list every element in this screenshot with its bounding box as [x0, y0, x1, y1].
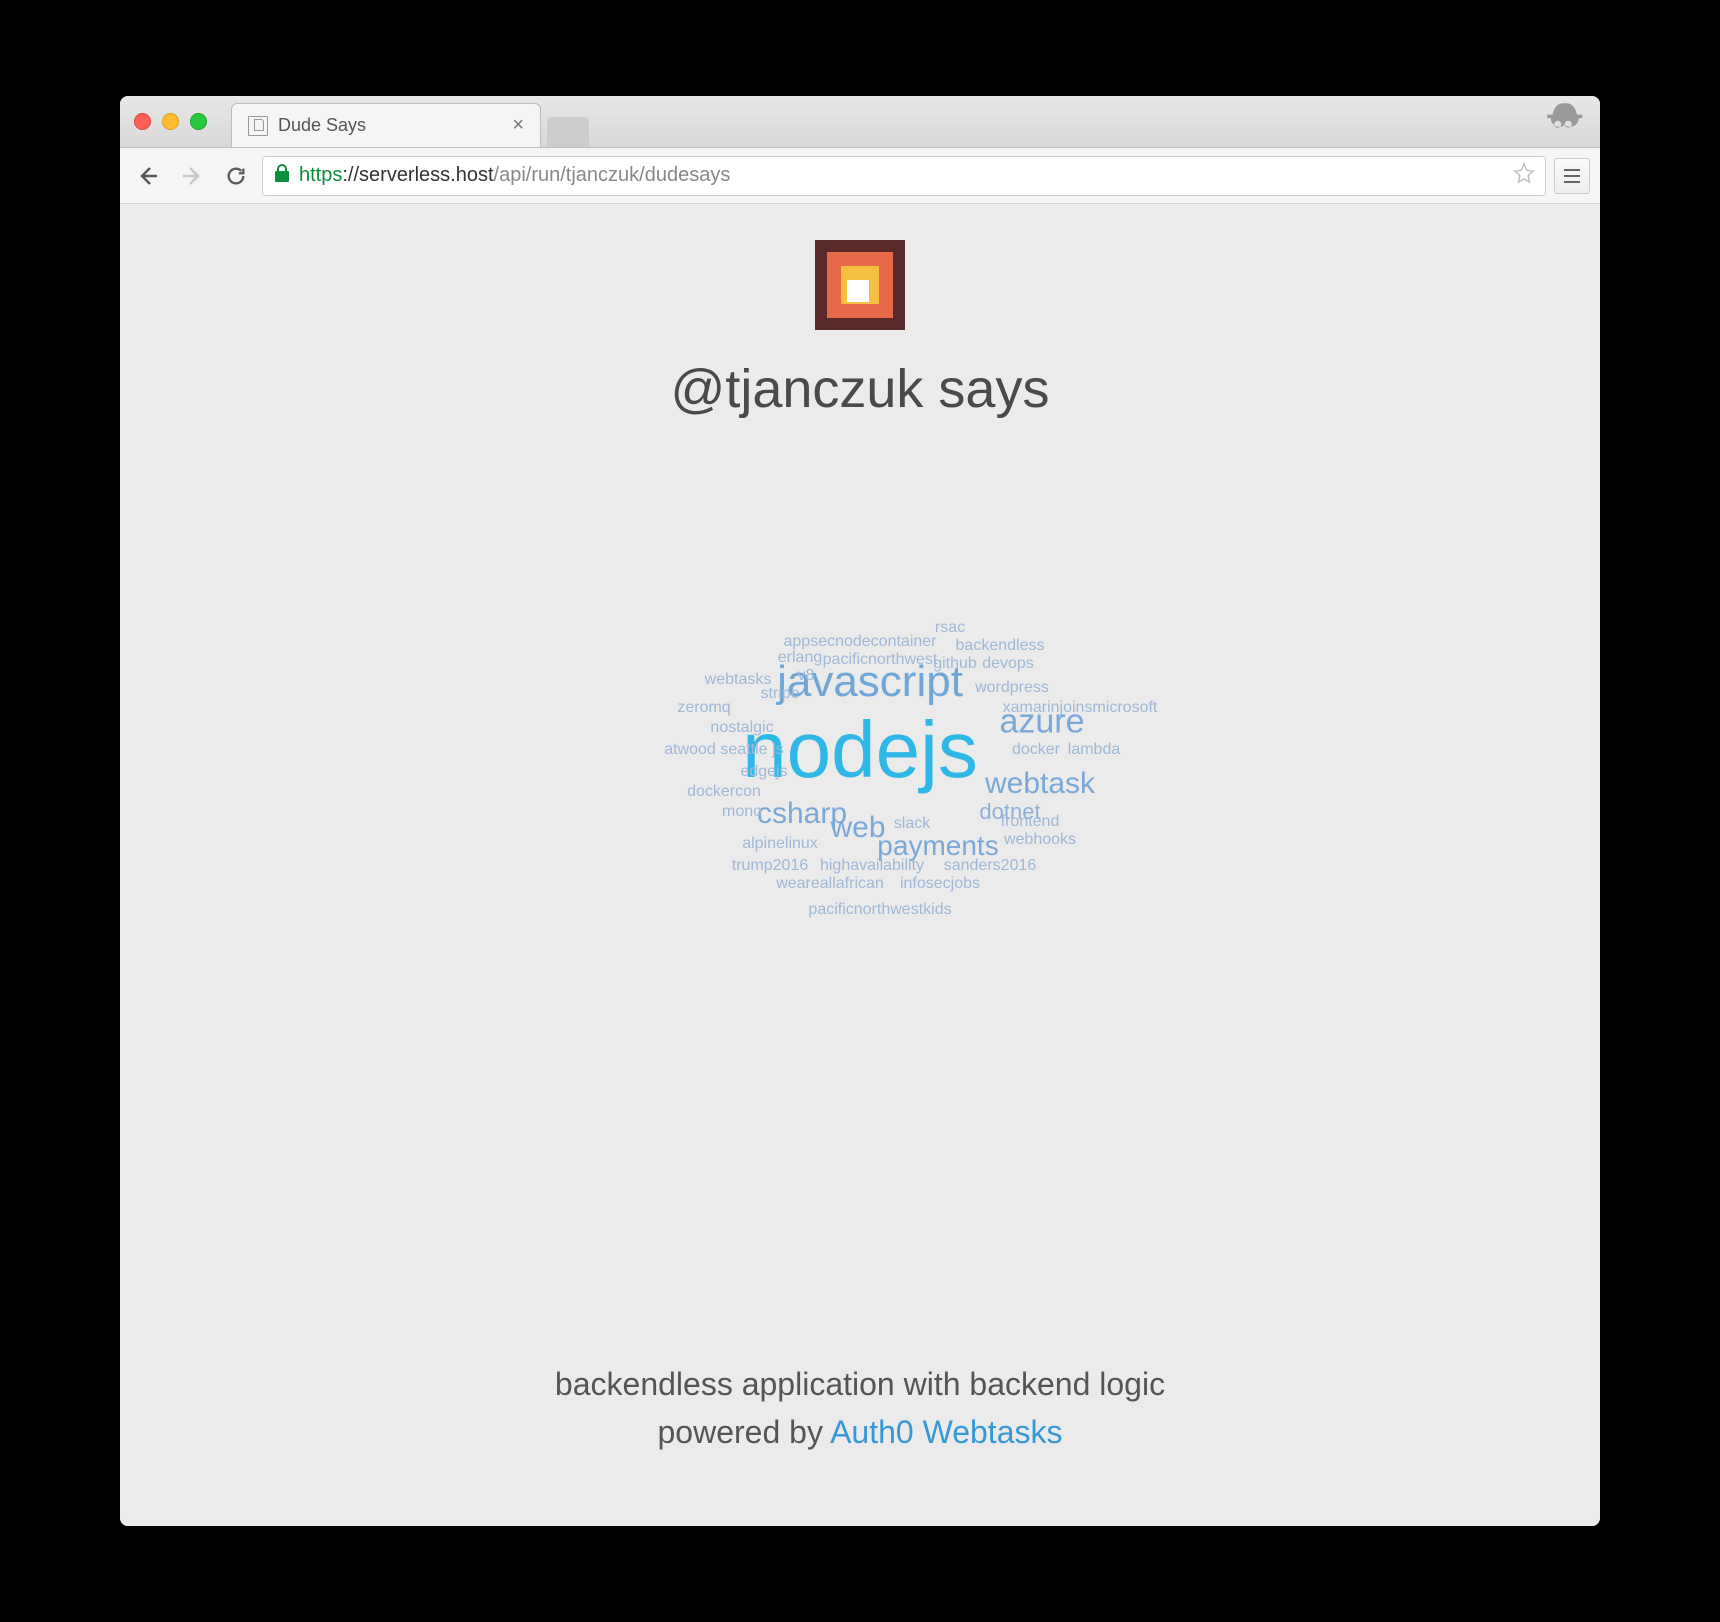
- url-host: ://serverless.host: [342, 164, 493, 187]
- word-frontend: frontend: [1001, 813, 1060, 831]
- app-logo: [815, 240, 905, 330]
- traffic-lights: [134, 113, 207, 130]
- word-docker: docker: [1012, 741, 1060, 759]
- maximize-button[interactable]: [190, 113, 207, 130]
- toolbar: https ://serverless.host /api/run/tjancz…: [120, 148, 1600, 204]
- word-nostalgic: nostalgic: [710, 719, 773, 737]
- back-button[interactable]: [130, 158, 166, 194]
- close-button[interactable]: [134, 113, 151, 130]
- file-icon: [248, 116, 268, 136]
- word-cloud: nodejsjavascriptazurewebtaskcsharpwebpay…: [480, 540, 1240, 1020]
- word-alpinelinux: alpinelinux: [742, 835, 818, 853]
- word-dockercon: dockercon: [687, 783, 761, 801]
- lock-icon: [273, 163, 291, 189]
- tab-title: Dude Says: [278, 115, 502, 136]
- menu-button[interactable]: [1554, 158, 1590, 194]
- word-xamarinjoinsmicrosoft: xamarinjoinsmicrosoft: [1003, 699, 1158, 717]
- word-pacificnorthwestkids: pacificnorthwestkids: [808, 901, 951, 919]
- word-backendless: backendless: [956, 637, 1045, 655]
- word-lambda: lambda: [1068, 741, 1120, 759]
- bookmark-star-icon[interactable]: [1513, 162, 1535, 190]
- browser-window: Dude Says × https ://serverless.host /ap…: [120, 96, 1600, 1526]
- titlebar: Dude Says ×: [120, 96, 1600, 148]
- url-text: https ://serverless.host /api/run/tjancz…: [299, 164, 1505, 187]
- word-zeromq: zeromq: [677, 699, 730, 717]
- word-slack: slack: [894, 815, 930, 833]
- incognito-icon: [1542, 98, 1584, 145]
- word-github: github: [933, 655, 977, 673]
- footer-line1: backendless application with backend log…: [555, 1360, 1165, 1408]
- powered-by-label: powered by: [658, 1414, 831, 1450]
- minimize-button[interactable]: [162, 113, 179, 130]
- word-wordpress: wordpress: [975, 679, 1049, 697]
- word-highavailability: highavailability: [820, 857, 924, 875]
- word-pacificnorthwest: pacificnorthwest: [823, 651, 938, 669]
- word-rsac: rsac: [935, 619, 965, 637]
- close-tab-icon[interactable]: ×: [512, 114, 524, 137]
- new-tab-button[interactable]: [547, 117, 589, 147]
- word-stripe: stripe: [760, 685, 799, 703]
- auth0-webtasks-link[interactable]: Auth0 Webtasks: [830, 1414, 1062, 1450]
- word-edgejs: edgejs: [740, 763, 787, 781]
- word-weareallafrican: weareallafrican: [776, 875, 884, 893]
- url-path: /api/run/tjanczuk/dudesays: [494, 164, 731, 187]
- page-title: @tjanczuk says: [671, 358, 1050, 420]
- word-webhooks: webhooks: [1004, 831, 1076, 849]
- footer-line2: powered by Auth0 Webtasks: [555, 1408, 1165, 1456]
- url-scheme: https: [299, 164, 342, 187]
- word-trump2016: trump2016: [732, 857, 809, 875]
- word-infosecjobs: infosecjobs: [900, 875, 980, 893]
- word-seattle: seattle: [720, 741, 767, 759]
- word-atwood: atwood: [664, 741, 716, 759]
- word-v8: v8: [798, 667, 815, 685]
- page-content: @tjanczuk says nodejsjavascriptazurewebt…: [120, 204, 1600, 1526]
- word-mono: mono: [722, 803, 762, 821]
- browser-tab[interactable]: Dude Says ×: [231, 103, 541, 147]
- word-webtask: webtask: [985, 767, 1095, 801]
- word-js: js: [772, 741, 784, 759]
- word-devops: devops: [982, 655, 1034, 673]
- forward-button[interactable]: [174, 158, 210, 194]
- footer: backendless application with backend log…: [555, 1360, 1165, 1456]
- address-bar[interactable]: https ://serverless.host /api/run/tjancz…: [262, 156, 1546, 196]
- reload-button[interactable]: [218, 158, 254, 194]
- word-sanders2016: sanders2016: [944, 857, 1037, 875]
- word-erlang: erlang: [778, 649, 822, 667]
